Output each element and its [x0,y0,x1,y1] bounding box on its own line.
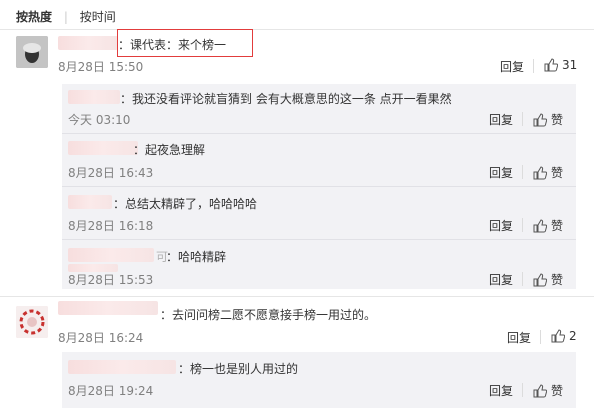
reply-button[interactable]: 回复 [489,271,513,288]
avatar[interactable] [16,36,48,68]
avatar[interactable] [16,306,48,338]
action-separator [522,383,523,397]
reply-button[interactable]: 回复 [489,164,513,181]
reply-text: ：哈哈精辟 [166,250,227,264]
action-separator [540,330,541,344]
comment-divider [0,296,594,297]
action-separator [522,165,523,179]
username-blurred[interactable] [68,195,112,209]
reply-button[interactable]: 回复 [489,111,513,128]
reply-divider [62,186,576,187]
reply-time: 8月28日 19:24 [68,384,154,398]
username-blurred[interactable] [58,301,158,315]
tab-sort-by-time[interactable]: 按时间 [80,10,116,24]
sort-tabs: 按热度 | 按时间 [16,8,116,25]
thumb-up-icon [533,218,547,232]
like-count: 2 [569,329,577,343]
reply-divider [62,133,576,134]
reply-text: ：榜一也是别人用过的 [178,362,299,376]
reply-button[interactable]: 回复 [500,58,524,75]
username-blurred[interactable] [68,141,138,155]
avatar-image-icon [16,306,48,338]
username-blurred[interactable] [68,248,154,262]
comment-text: ：去问问榜二愿不愿意接手榜一用过的。 [160,308,377,322]
like-count: 31 [562,58,578,72]
thumb-up-icon [533,383,547,397]
tab-separator: | [63,10,68,24]
reply-text: ：起夜急理解 [133,143,206,157]
reply-button[interactable]: 回复 [507,329,531,346]
thumb-up-icon [533,272,547,286]
reply-time: 8月28日 16:43 [68,166,154,180]
like-button[interactable]: 赞 [533,111,563,128]
action-separator [533,59,534,73]
highlight-box [117,29,253,57]
action-separator [522,272,523,286]
reply-time: 8月28日 16:18 [68,219,154,233]
username-blurred[interactable] [58,36,118,50]
comment-time: 8月28日 15:50 [58,60,144,74]
reply-time: 今天 03:10 [68,113,131,127]
tabs-divider [0,29,594,30]
like-button[interactable]: 2 [551,329,577,343]
thumb-up-icon [533,112,547,126]
action-separator [522,218,523,232]
like-button[interactable]: 31 [544,58,577,72]
tab-sort-by-hot[interactable]: 按热度 [16,10,52,24]
reply-divider [62,239,576,240]
like-button[interactable]: 赞 [533,271,563,288]
avatar-image-icon [16,36,48,68]
reply-time: 8月28日 15:53 [68,273,154,287]
username-blurred[interactable] [68,360,176,374]
reply-text: ：总结太精辟了，哈哈哈哈 [113,197,258,211]
username-blurred[interactable] [68,90,120,104]
reply-button[interactable]: 回复 [489,382,513,399]
thumb-up-icon [551,329,565,343]
thumb-up-icon [544,58,558,72]
comment-time: 8月28日 16:24 [58,331,144,345]
like-button[interactable]: 赞 [533,217,563,234]
reply-text: ：我还没看评论就盲猜到 会有大概意思的这一条 点开一看果然 [120,92,452,106]
like-button[interactable]: 赞 [533,164,563,181]
thumb-up-icon [533,165,547,179]
reply-button[interactable]: 回复 [489,217,513,234]
action-separator [522,112,523,126]
like-button[interactable]: 赞 [533,382,563,399]
